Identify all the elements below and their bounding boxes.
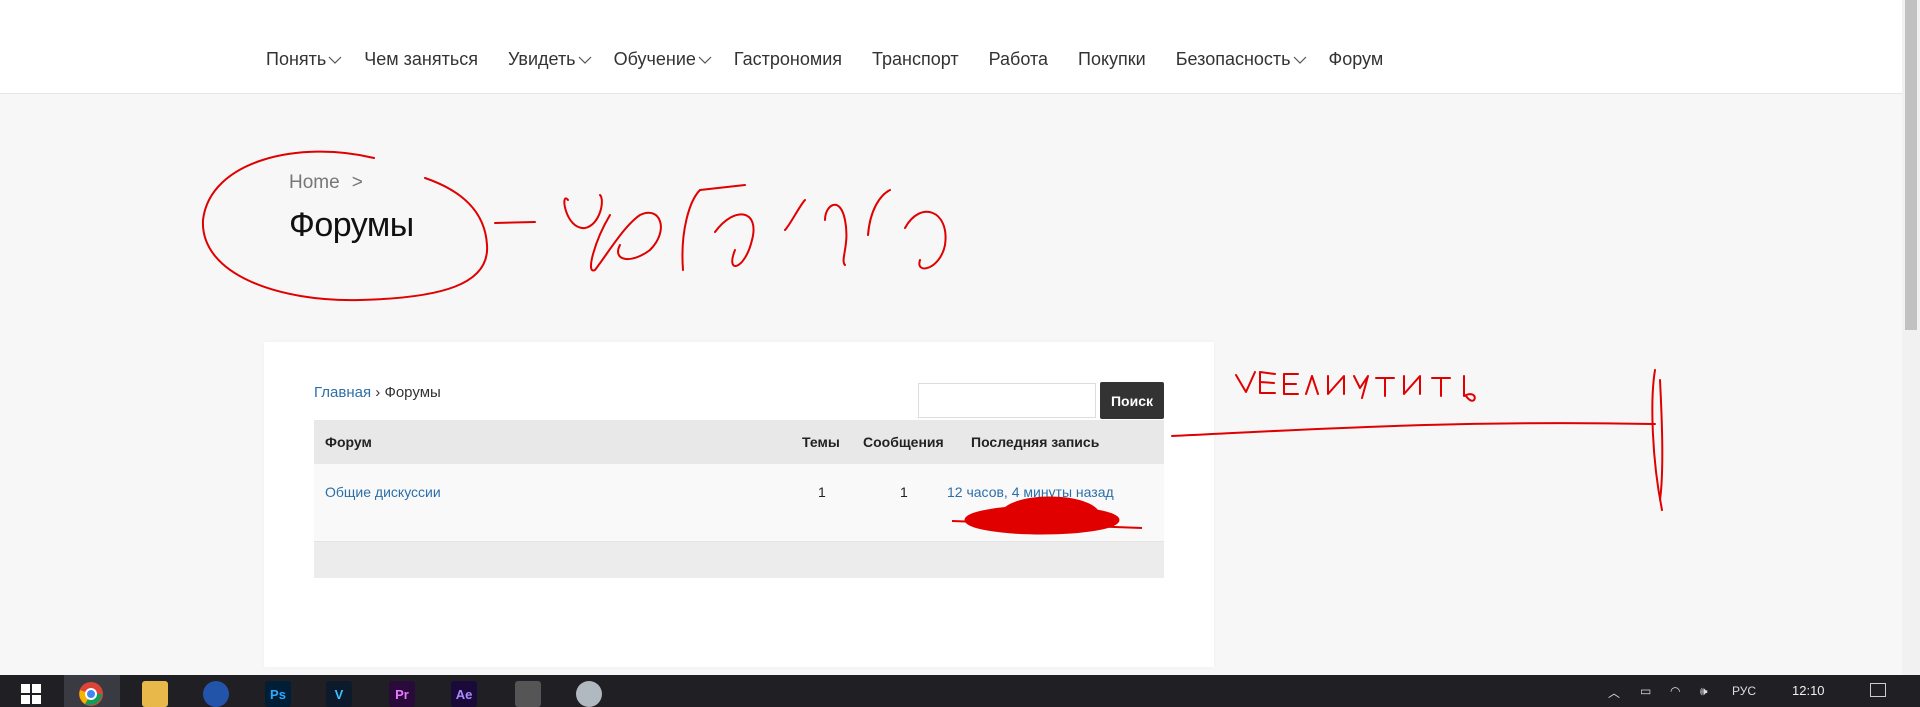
volume-icon[interactable]: 🕪 (1700, 684, 1708, 699)
table-footer (314, 542, 1164, 578)
premiere-icon[interactable]: Pr (389, 681, 415, 707)
taskbar-clock[interactable]: 12:10 (1792, 683, 1825, 698)
nav-item-label: Покупки (1078, 49, 1146, 69)
forum-search-button[interactable]: Поиск (1100, 382, 1164, 419)
media-app-icon[interactable] (203, 681, 229, 707)
nav-item-label: Обучение (613, 49, 696, 69)
nav-item-5[interactable]: Транспорт (872, 49, 959, 70)
nav-item-0[interactable]: Понять (266, 49, 342, 70)
nav-item-1[interactable]: Чем заняться (364, 49, 478, 70)
nav-item-label: Работа (988, 49, 1049, 69)
nav-item-9[interactable]: Форум (1329, 49, 1384, 70)
nav-item-6[interactable]: Работа (989, 49, 1048, 70)
after-effects-icon[interactable]: Ae (451, 681, 477, 707)
nav-item-label: Понять (266, 49, 327, 69)
page-scrollbar[interactable] (1902, 0, 1920, 675)
file-explorer-icon[interactable] (142, 681, 168, 707)
chevron-down-icon (578, 56, 592, 64)
table-header: Форум Темы Сообщения Последняя запись (314, 420, 1164, 464)
nav-item-8[interactable]: Безопасность (1176, 49, 1307, 70)
tray-expand-icon[interactable]: ︿ (1608, 684, 1620, 701)
forum-breadcrumb-home-link[interactable]: Главная (314, 384, 371, 401)
forum-breadcrumb: Главная › Форумы (314, 384, 441, 401)
breadcrumb-home-link[interactable]: Home (289, 172, 340, 193)
nav-item-label: Форум (1328, 49, 1384, 69)
notifications-icon[interactable] (1870, 683, 1886, 697)
posts-count: 1 (900, 484, 908, 500)
nav-item-label: Гастрономия (733, 49, 843, 69)
language-indicator[interactable]: РУС (1732, 684, 1756, 698)
forum-search-input[interactable] (918, 383, 1096, 418)
vegas-icon[interactable]: V (326, 681, 352, 707)
annotation-arrow-line (1171, 422, 1656, 437)
photoshop-icon[interactable]: Ps (265, 681, 291, 707)
forum-breadcrumb-separator: › (375, 384, 381, 401)
nav-item-4[interactable]: Гастрономия (734, 49, 842, 70)
table-row: Общие дискуссии 1 1 12 часов, 4 минуты н… (314, 464, 1164, 542)
scrollbar-thumb[interactable] (1905, 0, 1917, 330)
column-header-last-post: Последняя запись (971, 434, 1100, 450)
nav-item-label: Безопасность (1175, 49, 1291, 69)
wifi-icon[interactable]: ◠ (1670, 684, 1680, 698)
column-header-forum: Форум (325, 434, 372, 450)
annotation-dash (494, 221, 536, 224)
chrome-icon[interactable] (78, 681, 104, 707)
nav-menu: Понять Чем заняться Увидеть Обучение Гастрон… (266, 49, 1413, 70)
top-navigation: Понять Чем заняться Увидеть Обучение Гастрон… (0, 0, 1902, 94)
annotation-vertical-bar (1651, 369, 1664, 511)
nav-item-label: Транспорт (872, 49, 959, 69)
breadcrumb: Home > (289, 172, 414, 194)
nav-item-2[interactable]: Увидеть (508, 49, 592, 70)
calculator-icon[interactable] (515, 681, 541, 707)
chevron-down-icon (328, 56, 342, 64)
annotation-handwriting-remove (563, 184, 947, 272)
windows-taskbar: Ps V Pr Ae ︿ ▭ ◠ 🕪 РУС 12:10 (0, 675, 1920, 707)
column-header-topics: Темы (802, 434, 840, 450)
nav-item-7[interactable]: Покупки (1078, 49, 1146, 70)
column-header-posts: Сообщения (863, 434, 944, 450)
nav-item-label: Увидеть (507, 49, 576, 69)
page-title: Форумы (289, 206, 414, 244)
last-post-link[interactable]: 12 часов, 4 минуты назад (947, 484, 1114, 500)
windows-start-icon[interactable] (18, 681, 44, 707)
topics-count: 1 (818, 484, 826, 500)
forum-table: Форум Темы Сообщения Последняя запись Об… (314, 420, 1164, 578)
forum-name-link[interactable]: Общие дискуссии (325, 484, 441, 500)
breadcrumb-separator: > (351, 172, 363, 193)
nav-item-3[interactable]: Обучение (614, 49, 712, 70)
annotation-handwriting-enlarge (1235, 371, 1476, 402)
nav-item-label: Чем заняться (364, 49, 478, 69)
battery-icon[interactable]: ▭ (1640, 684, 1651, 698)
chevron-down-icon (1293, 56, 1306, 64)
forum-breadcrumb-current: Форумы (384, 384, 441, 401)
page-header: Home > Форумы (289, 172, 414, 245)
app-icon[interactable] (576, 681, 602, 707)
chevron-down-icon (698, 56, 712, 64)
